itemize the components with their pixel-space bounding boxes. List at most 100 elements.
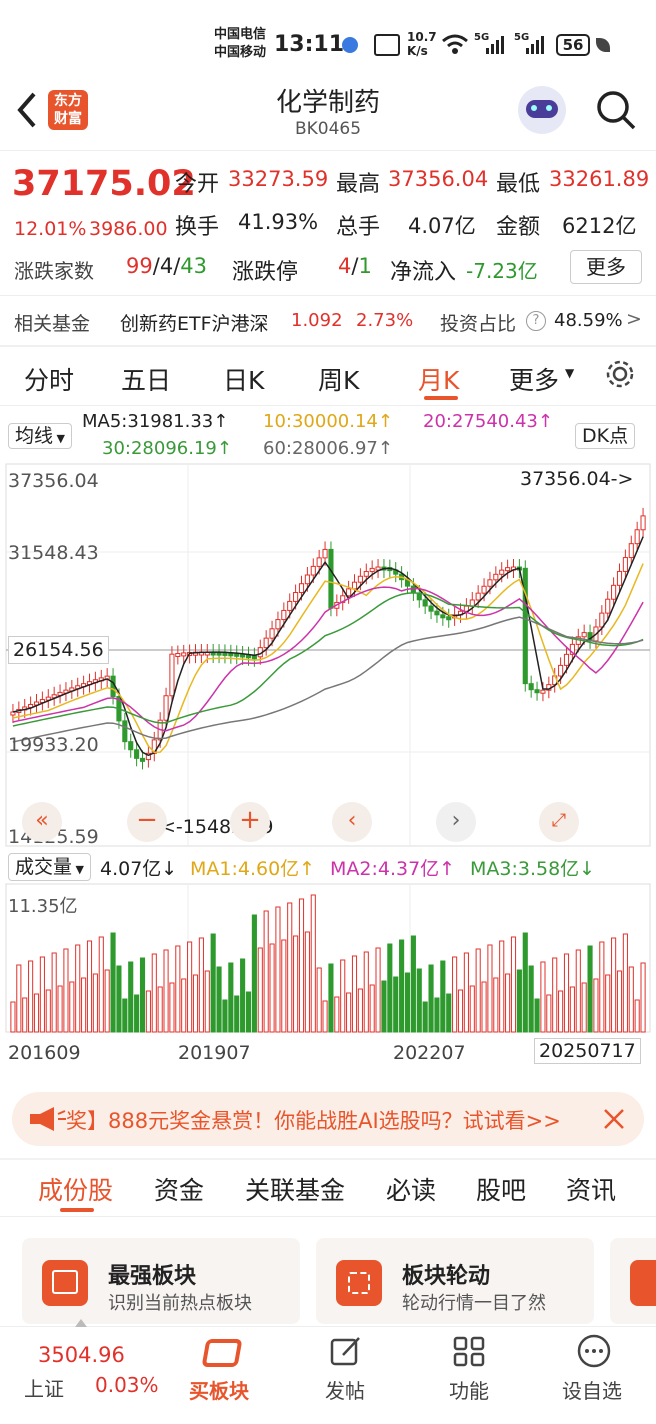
volume-bar [558,990,564,1033]
candle-body [440,614,446,619]
settings-gear-icon[interactable] [604,358,636,390]
add-watchlist-label[interactable]: 设自选 [562,1375,622,1404]
volume-bar [45,989,51,1033]
candle-body [169,653,175,697]
buy-sector-icon[interactable] [200,1335,244,1371]
volume-bar [116,965,122,1033]
volume-bar [310,894,316,1033]
tab-news[interactable]: 资讯 [566,1171,616,1207]
fast-rewind-button[interactable]: « [22,802,62,842]
function-grid-icon[interactable] [452,1335,488,1369]
volume-bar [516,969,522,1033]
tab-five-day[interactable]: 五日 [121,361,171,397]
expand-icon[interactable]: ⤢ [539,802,579,842]
candle-body [287,600,293,611]
volume-bar [622,933,628,1033]
open-value: 33273.59 [228,167,329,191]
index-percent[interactable]: 0.03% [95,1373,159,1397]
candle-body [275,619,281,630]
close-icon[interactable] [602,1107,626,1131]
tab-weekly-k[interactable]: 周K [318,361,359,397]
volume-bar [410,935,416,1033]
card-sector-rotation[interactable]: 板块轮动 轮动行情一目了然 [316,1238,594,1324]
volume-bar [487,944,493,1033]
volume-bar [522,932,528,1033]
volume-bar [222,999,228,1033]
volume-bar [393,976,399,1033]
low-label: 最低 [496,172,541,197]
tab-more[interactable]: 更多 [509,361,559,397]
volume-bar [128,961,134,1033]
index-value[interactable]: 3504.96 [38,1343,125,1367]
carrier-2: 中国移动 [214,45,267,60]
volume-bar [540,961,546,1033]
volume-bar [86,940,93,1033]
ai-assistant-icon[interactable] [518,86,566,134]
next-button[interactable]: › [436,802,476,842]
volume-bar [457,989,464,1033]
candle-body [422,599,428,607]
post-edit-icon[interactable] [329,1335,363,1369]
signal-icon-1 [486,36,504,54]
fund-percent: 2.73% [356,310,414,331]
function-label[interactable]: 功能 [449,1375,489,1404]
volume-bar [404,972,411,1033]
candle-body [622,557,628,572]
tab-monthly-k[interactable]: 月K [418,361,459,397]
volume-bar [357,988,363,1033]
volume-bar [104,969,110,1033]
tab-forum[interactable]: 股吧 [476,1171,526,1207]
tab-must-read[interactable]: 必读 [386,1171,436,1207]
bottom-nav: 3504.96 上证 0.03% 买板块 发帖 功能 设自选 [0,1319,656,1424]
candle-body [139,757,146,762]
prev-button[interactable]: ‹ [332,802,372,842]
zoom-in-button[interactable]: + [230,802,270,842]
netflow-label: 净流入 [390,260,457,285]
volume-bar [16,964,22,1033]
candle-body [357,575,363,583]
ma-selector[interactable]: 均线 ▼ [8,423,72,449]
index-name[interactable]: 上证 [24,1373,64,1402]
candle-body [281,609,287,621]
ma30-value: 30:28096.19↑ [102,438,232,459]
promo-banner[interactable]: 奖】888元奖金悬赏！你能战胜AI选股吗？试试看>> [12,1092,644,1146]
volume-value: 4.07亿↓ [100,858,178,880]
more-button[interactable]: 更多 [570,250,642,284]
candle-body [410,585,416,594]
volume-selector[interactable]: 成交量 ▼ [8,853,91,881]
buy-sector-label[interactable]: 买板块 [189,1375,249,1404]
volume-bar [381,980,387,1033]
post-label[interactable]: 发帖 [325,1375,365,1404]
candle-body [640,515,646,531]
candle-body [534,689,540,694]
layers-icon [630,1260,656,1306]
help-icon[interactable]: ? [526,311,546,331]
volume-bar [228,962,234,1033]
candle-body [322,548,328,559]
tab-daily-k[interactable]: 日K [223,361,264,397]
tab-constituents[interactable]: 成份股 [38,1171,113,1207]
volume-bar [375,947,381,1033]
tab-intraday[interactable]: 分时 [24,361,74,397]
card-strongest-sector[interactable]: 最强板块 识别当前热点板块 [22,1238,300,1324]
candle-body [310,565,316,576]
volume-bar [416,968,422,1033]
card-partial[interactable] [610,1238,656,1324]
tab-funds-flow[interactable]: 资金 [154,1171,204,1207]
dk-point-button[interactable]: DK点 [575,423,636,449]
volume-bar [587,945,593,1033]
ratio-label: 投资占比 [440,313,517,335]
tab-related-funds[interactable]: 关联基金 [245,1171,345,1207]
volume-bar [75,944,81,1033]
zoom-out-button[interactable]: − [127,802,167,842]
search-icon[interactable] [594,88,638,132]
volume-bar [98,936,104,1033]
kline-chart[interactable]: 37356.04 31548.43 26154.56 19933.20 1412… [0,462,656,1082]
vol-ma2: MA2:4.37亿↑ [330,858,456,880]
ma20-value: 20:27540.43↑ [423,411,553,432]
more-options-icon[interactable] [576,1333,612,1369]
candle-body [446,616,452,621]
candle-body [369,567,375,573]
candle-body [540,689,546,694]
expand-up-icon[interactable] [75,1319,87,1327]
